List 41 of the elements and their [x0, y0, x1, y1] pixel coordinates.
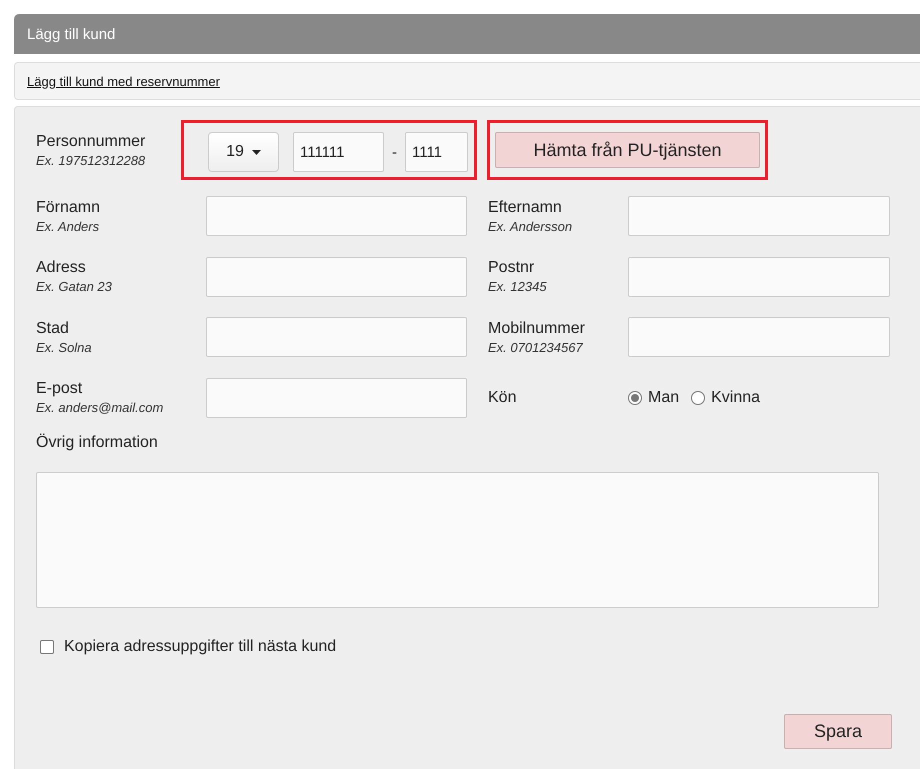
field-label: Kön: [488, 388, 518, 407]
field-example: Ex. 197512312288: [36, 152, 146, 168]
field-example: Ex. 12345: [488, 279, 548, 294]
field-label: Förnamn: [36, 198, 102, 217]
radio-button[interactable]: [691, 390, 706, 405]
header-bar: Lägg till kund: [14, 14, 920, 54]
field-example: Ex. Andersson: [488, 218, 574, 234]
text-field[interactable]: [206, 256, 467, 297]
field-label: Efternamn: [488, 198, 563, 217]
field-label: Postnr: [488, 259, 536, 278]
text-field[interactable]: [628, 256, 890, 297]
birth-date-field[interactable]: 111111: [293, 132, 384, 172]
field-label: E-post: [36, 380, 84, 398]
century-select[interactable]: 19: [208, 132, 279, 172]
fetch-button[interactable]: Hämta från PU-tjänsten: [495, 132, 760, 168]
field-label: Personnummer: [36, 132, 146, 150]
field-label: Mobilnummer: [488, 320, 586, 338]
text-field[interactable]: [628, 317, 890, 358]
reserve-number-link[interactable]: Lägg till kund med reservnummer: [27, 74, 220, 88]
text-field[interactable]: [206, 317, 467, 358]
other-info-field[interactable]: [36, 472, 879, 608]
other-info-label: Övrig information: [36, 434, 159, 452]
field-label: Adress: [36, 259, 87, 278]
field-example: Ex. anders@mail.com: [36, 400, 164, 416]
caret-icon: [252, 150, 261, 154]
save-button[interactable]: Spara: [784, 714, 892, 749]
field-example: Ex. Gatan 23: [36, 279, 113, 294]
radio-button[interactable]: [628, 390, 642, 405]
field-example: Ex. Solna: [36, 340, 93, 355]
field-label: Stad: [36, 320, 70, 338]
separator: -: [392, 144, 397, 160]
radio-label: Kvinna: [711, 388, 760, 407]
field-example: Ex. Anders: [36, 218, 100, 234]
checkbox-label: Kopiera adressuppgifter till nästa kund: [64, 638, 336, 656]
text-field[interactable]: [206, 196, 467, 236]
text-field[interactable]: [628, 196, 890, 236]
last-digits-field[interactable]: 1111: [405, 132, 468, 172]
text-field[interactable]: [206, 378, 467, 418]
field-example: Ex. 0701234567: [488, 340, 584, 355]
radio-label: Man: [648, 388, 680, 407]
checkbox[interactable]: [40, 640, 54, 654]
